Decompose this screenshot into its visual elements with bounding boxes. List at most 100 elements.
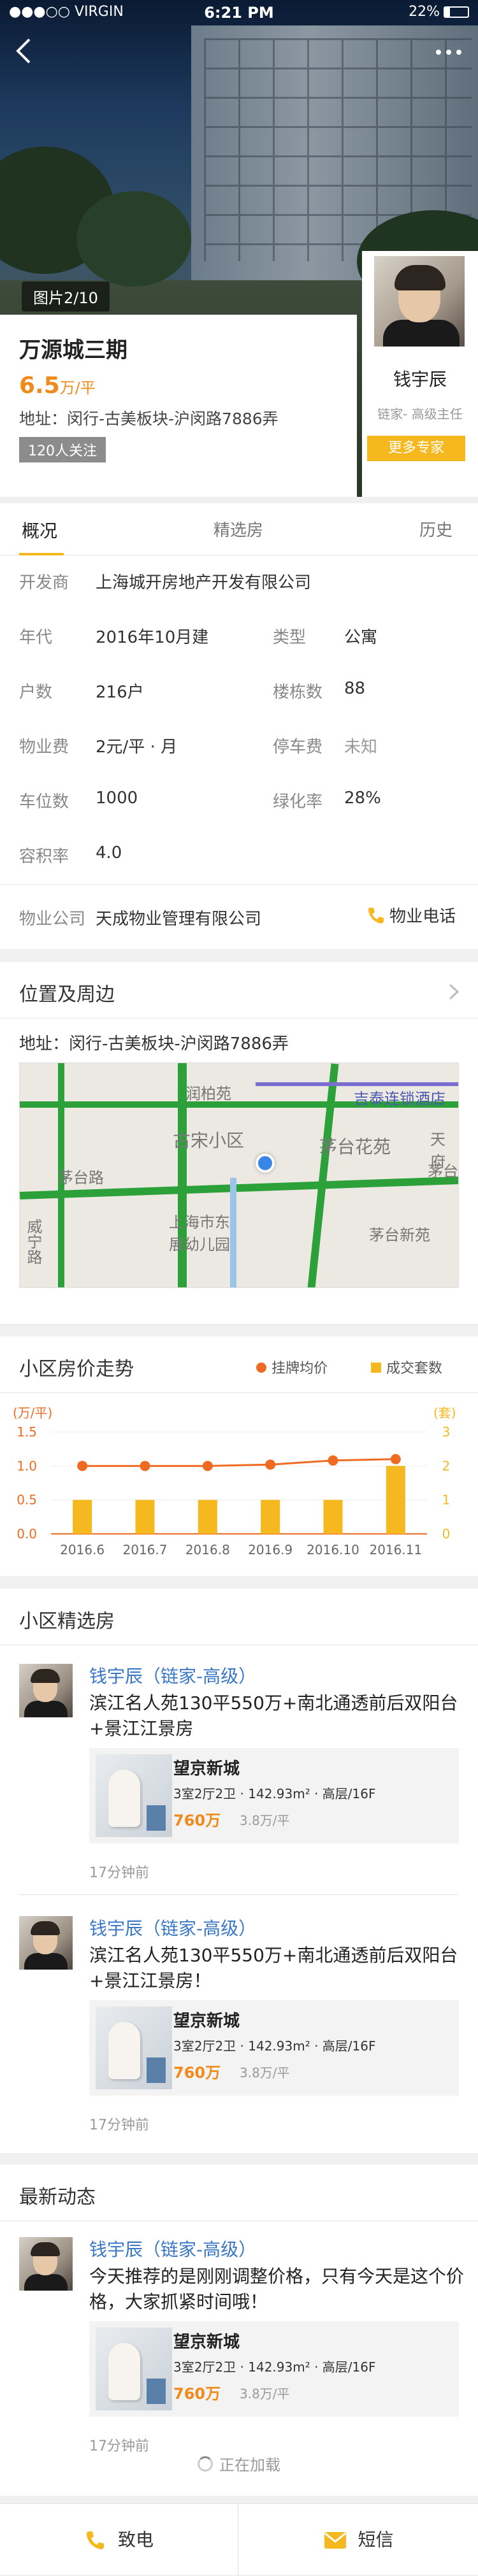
legend-circle-icon bbox=[256, 1363, 266, 1373]
featured-title: 小区精选房 bbox=[19, 1610, 115, 1633]
map-view[interactable]: 润柏苑 吉泰连锁酒店 古宋小区 茅台花苑 茅台路 茅台 天府 威宁路 上海市东 … bbox=[19, 1063, 459, 1288]
post-text: 滨江名人苑130平550万+南北通透前后双阳台+景江江景房！ bbox=[89, 1945, 458, 1991]
ratio-value: 4.0 bbox=[96, 843, 122, 862]
house-price: 760万 bbox=[173, 1812, 221, 1829]
phone-icon bbox=[86, 2531, 104, 2549]
agent-avatar[interactable] bbox=[372, 254, 467, 349]
house-unit-price: 3.8万/平 bbox=[240, 2065, 290, 2080]
legend-square-icon bbox=[371, 1363, 381, 1373]
house-card[interactable]: 望京新城 3室2厅2卫 · 142.93m² · 高层/16F 760万 3.8… bbox=[89, 1748, 459, 1843]
x-tick-label: 2016.11 bbox=[369, 1542, 422, 1557]
x-tick-label: 2016.9 bbox=[248, 1542, 293, 1557]
house-card[interactable]: 望京新城 3室2厅2卫 · 142.93m² · 高层/16F 760万 3.8… bbox=[89, 2321, 459, 2417]
deal-bar bbox=[198, 1499, 217, 1534]
price-point bbox=[328, 1455, 338, 1466]
households-label: 户数 bbox=[19, 683, 53, 702]
tab-overview[interactable]: 概况 bbox=[22, 517, 57, 543]
house-card[interactable]: 望京新城 3室2厅2卫 · 142.93m² · 高层/16F 760万 3.8… bbox=[89, 2000, 459, 2096]
location-address: 地址：闵行-古美板块-沪闵路7886弄 bbox=[19, 1034, 289, 1054]
featured-post[interactable]: 钱宇辰（链家-高级） 滨江名人苑130平550万+南北通透前后双阳台+景江江景房… bbox=[0, 1905, 478, 2147]
x-tick-label: 2016.7 bbox=[123, 1542, 168, 1557]
map-label: 茅台新苑 bbox=[369, 1226, 430, 1244]
year-value: 2016年10月建 bbox=[96, 628, 209, 647]
news-post[interactable]: 钱宇辰（链家-高级） 今天推荐的是刚刚调整价格，只有今天是这个价格，大家抓紧时间… bbox=[0, 2226, 478, 2468]
parking-value: 1000 bbox=[96, 789, 138, 808]
loading-label: 正在加载 bbox=[219, 2456, 280, 2474]
map-river bbox=[230, 1178, 236, 1287]
agent-title: 链家- 高级主任 bbox=[377, 406, 463, 422]
post-text: 今天推荐的是刚刚调整价格，只有今天是这个价格，大家抓紧时间哦！ bbox=[89, 2266, 465, 2312]
deal-bar bbox=[323, 1499, 343, 1534]
left-tick-label: 1.0 bbox=[17, 1458, 37, 1473]
status-bar: ●●●○○ VIRGIN 6:21 PM 22% bbox=[0, 0, 478, 25]
households-value: 216户 bbox=[96, 683, 144, 702]
x-tick-label: 2016.8 bbox=[185, 1542, 230, 1557]
battery-icon bbox=[444, 6, 469, 18]
estate-info-card: 万源城三期 6.5万/平 地址：闵行-古美板块-沪闵路7886弄 120人关注 bbox=[0, 315, 357, 497]
map-label: 威宁路 bbox=[24, 1219, 42, 1264]
price-trend-title: 小区房价走势 bbox=[19, 1358, 134, 1380]
buildings-value: 88 bbox=[344, 679, 366, 698]
x-tick-label: 2016.6 bbox=[60, 1542, 105, 1557]
house-name: 望京新城 bbox=[173, 2333, 240, 2352]
tab-history[interactable]: 历史 bbox=[419, 517, 453, 541]
photo-counter: 图片2/10 bbox=[22, 282, 110, 311]
call-button[interactable]: 致电 bbox=[0, 2504, 238, 2575]
house-thumbnail bbox=[96, 2328, 172, 2410]
green-value: 28% bbox=[344, 789, 381, 808]
overview-section: 概况 精选房 历史 开发商 上海城开房地产开发有限公司 年代 2016年10月建… bbox=[0, 503, 478, 949]
more-experts-button[interactable]: 更多专家 bbox=[367, 436, 465, 461]
hero-section: ●●●○○ VIRGIN 6:21 PM 22% 图片2/10 万源城三期 6.… bbox=[0, 0, 478, 497]
right-tick-label: 0 bbox=[442, 1526, 451, 1542]
map-label: 茅台花苑 bbox=[319, 1136, 391, 1157]
clock: 6:21 PM bbox=[204, 4, 274, 22]
post-time: 17分钟前 bbox=[89, 1865, 149, 1881]
post-time: 17分钟前 bbox=[89, 2117, 149, 2133]
house-thumbnail bbox=[96, 1754, 172, 1837]
author-name[interactable]: 钱宇辰 bbox=[89, 2239, 143, 2260]
battery-label: 22% bbox=[409, 4, 440, 20]
author-name[interactable]: 钱宇辰 bbox=[89, 1666, 143, 1687]
price-trend-chart: 0.0 0.5 1.0 1.5 0 1 2 3 2016.6 2016.7 2016.8 2016.9… bbox=[17, 1424, 451, 1557]
house-price: 760万 bbox=[173, 2385, 221, 2403]
envelope-icon bbox=[324, 2531, 347, 2549]
author-tag: （链家-高级） bbox=[143, 2239, 257, 2260]
author-avatar[interactable] bbox=[19, 1664, 73, 1717]
call-label: 致电 bbox=[118, 2529, 154, 2551]
year-label: 年代 bbox=[19, 628, 53, 647]
active-tab-indicator bbox=[19, 553, 64, 555]
deal-bar bbox=[386, 1466, 405, 1534]
loading-indicator: 正在加载 bbox=[0, 2452, 478, 2491]
author-avatar[interactable] bbox=[19, 1916, 73, 1970]
tab-featured[interactable]: 精选房 bbox=[214, 517, 263, 541]
house-info: 3室2厅2卫 · 142.93m² · 高层/16F bbox=[173, 2038, 376, 2054]
tab-bar: 概况 精选房 历史 bbox=[0, 503, 478, 555]
chevron-left-icon bbox=[16, 38, 31, 64]
author-name[interactable]: 钱宇辰 bbox=[89, 1918, 143, 1939]
bottom-bar: 致电 短信 bbox=[0, 2503, 478, 2575]
price-point bbox=[140, 1461, 150, 1471]
left-tick-label: 0.0 bbox=[17, 1526, 37, 1542]
deal-bar bbox=[135, 1499, 155, 1534]
divider bbox=[0, 1018, 478, 1019]
divider bbox=[0, 884, 478, 885]
parking-fee-value: 未知 bbox=[344, 738, 378, 757]
property-phone-button[interactable]: 物业电话 bbox=[366, 903, 456, 926]
price-point bbox=[202, 1461, 213, 1471]
author-avatar[interactable] bbox=[19, 2237, 73, 2291]
back-button[interactable] bbox=[11, 32, 43, 70]
legend-deals: 成交套数 bbox=[371, 1357, 442, 1377]
author-tag: （链家-高级） bbox=[143, 1666, 257, 1687]
chevron-right-icon[interactable] bbox=[446, 982, 461, 1001]
featured-post[interactable]: 钱宇辰（链家-高级） 滨江名人苑130平550万+南北通透前后双阳台+景江江景房… bbox=[0, 1652, 478, 1894]
legend-price: 挂牌均价 bbox=[256, 1357, 328, 1377]
right-tick-label: 1 bbox=[442, 1492, 451, 1508]
developer-label: 开发商 bbox=[19, 573, 69, 592]
buildings-label: 楼栋数 bbox=[273, 683, 323, 702]
deal-bar bbox=[261, 1499, 280, 1534]
more-button[interactable] bbox=[433, 39, 465, 65]
agent-card[interactable]: 钱宇辰 链家- 高级主任 更多专家 bbox=[362, 251, 478, 497]
message-button[interactable]: 短信 bbox=[240, 2504, 478, 2575]
parking-label: 车位数 bbox=[19, 792, 69, 812]
fee-label: 物业费 bbox=[19, 738, 69, 757]
